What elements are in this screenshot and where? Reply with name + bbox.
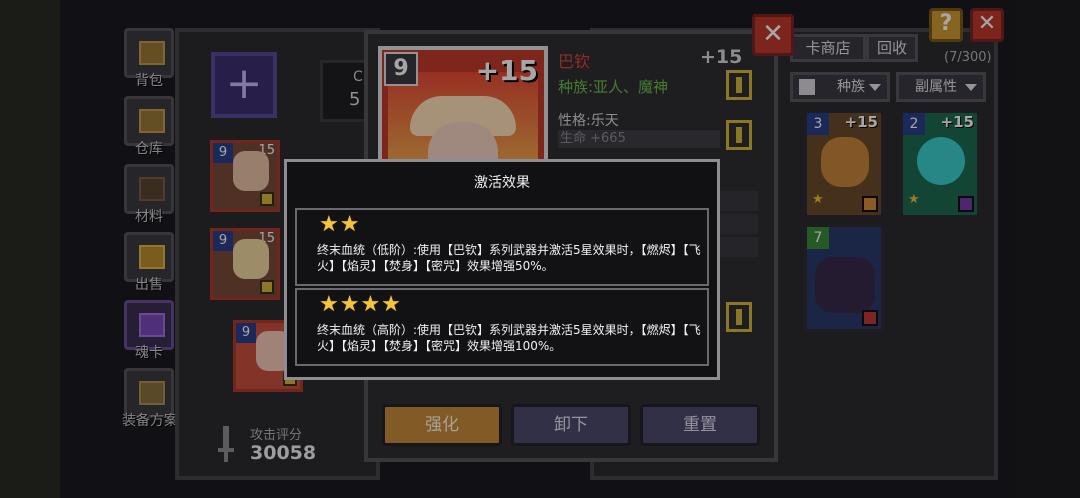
hero-level: 9 [384,52,418,86]
sidebar-item-backpack[interactable]: 背包 [118,28,180,89]
star-icon: ★★ [319,212,361,237]
inventory-card[interactable]: 9 15 [210,228,280,300]
effect-entry: ★★★★ 终末血统（高阶）:使用【巴钦】系列武器并激活5星效果时，【燃烬】【飞火… [295,288,709,366]
effect-text: 终末血统（高阶）:使用【巴钦】系列武器并激活5星效果时，【燃烬】【飞火】【焰灵】… [317,323,701,353]
gem-icon [958,196,974,212]
lock-icon [260,280,274,294]
card-plus: +15 [940,113,974,131]
card-portrait [917,137,965,185]
collection-card[interactable]: 3 +15 ★ [804,110,884,218]
filter-sub-attr[interactable]: 副属性 [896,72,986,102]
chevron-down-icon [965,84,977,91]
card-level: 7 [807,227,829,249]
score-label: 攻击评分 [250,428,303,443]
hero-hp: 生命 +665 [558,130,720,148]
card-count: (7/300) [944,50,992,65]
effect-entry: ★★ 终末血统（低阶）:使用【巴钦】系列武器并激活5星效果时，【燃烬】【飞火】【… [295,208,709,286]
stat-b: 5 [349,89,361,110]
collection-card[interactable]: 2 +15 ★ [900,110,980,218]
star-icon: ★ [908,192,920,207]
unequip-button[interactable]: 卸下 [511,404,631,446]
dice-icon [799,79,815,95]
background-left [0,0,60,498]
card-plus: +15 [844,113,878,131]
star-icon: ★★★★ [319,292,402,317]
card-level: 9 [213,143,233,163]
close-button[interactable]: ✕ [970,8,1004,42]
hero-personality: 性格:乐天 [558,113,619,129]
hero-plus: +15 [475,54,538,87]
stat-a: C [353,69,363,85]
hero-name: 巴钦 [558,52,591,71]
filter-race[interactable]: 种族 [790,72,890,102]
rune-icon [862,310,878,326]
star-icon: ★ [812,192,824,207]
sidebar-item-label: 仓库 [135,141,163,157]
sidebar-item-soul-card[interactable]: 魂卡 [118,300,180,361]
hero-race: 种族:亚人、魔神 [558,78,669,96]
activation-effect-popup: 激活效果 ★★ 终末血统（低阶）:使用【巴钦】系列武器并激活5星效果时，【燃烬】… [284,159,720,380]
card-portrait [815,257,875,313]
card-shop-button[interactable]: 卡商店 [790,34,866,62]
card-level: 3 [807,113,829,135]
chevron-down-icon [869,84,881,91]
help-button[interactable]: ? [929,8,963,42]
enhance-button[interactable]: 强化 [382,404,502,446]
lock-slot-icon[interactable] [726,70,752,100]
card-portrait [821,137,869,187]
sidebar-item-label: 背包 [135,73,163,89]
lock-icon [260,192,274,206]
card-level: 9 [236,323,256,343]
inventory-card[interactable]: 9 15 [210,140,280,212]
score-value: 30058 [250,442,317,464]
card-portrait [233,151,269,191]
sidebar-item-materials[interactable]: 材料 [118,164,180,225]
sidebar-item-label: 魂卡 [135,345,163,361]
card-level: 2 [903,113,925,135]
sidebar-item-equip-plan[interactable]: 装备方案 [118,368,180,429]
sidebar-item-warehouse[interactable]: 仓库 [118,96,180,157]
popup-title: 激活效果 [474,175,530,191]
filter-race-label: 种族 [837,79,865,95]
sword-icon [218,426,234,462]
collection-card[interactable]: 7 [804,224,884,332]
card-portrait [233,239,269,279]
sidebar-item-label: 材料 [135,209,163,225]
filter-sub-label: 副属性 [915,79,957,95]
card-level: 9 [213,231,233,251]
close-detail-button[interactable]: ✕ [752,14,794,56]
lock-slot-icon[interactable] [726,120,752,150]
add-card-button[interactable]: + [211,52,277,118]
sidebar-item-sell[interactable]: 出售 [118,232,180,293]
sidebar-item-label: 出售 [135,277,163,293]
effect-text: 终末血统（低阶）:使用【巴钦】系列武器并激活5星效果时，【燃烬】【飞火】【焰灵】… [317,243,701,273]
heart-icon [862,196,878,212]
reset-button[interactable]: 重置 [640,404,760,446]
lock-slot-icon[interactable] [726,302,752,332]
recycle-button[interactable]: 回收 [866,34,918,62]
hero-plus-value: +15 [700,46,743,68]
